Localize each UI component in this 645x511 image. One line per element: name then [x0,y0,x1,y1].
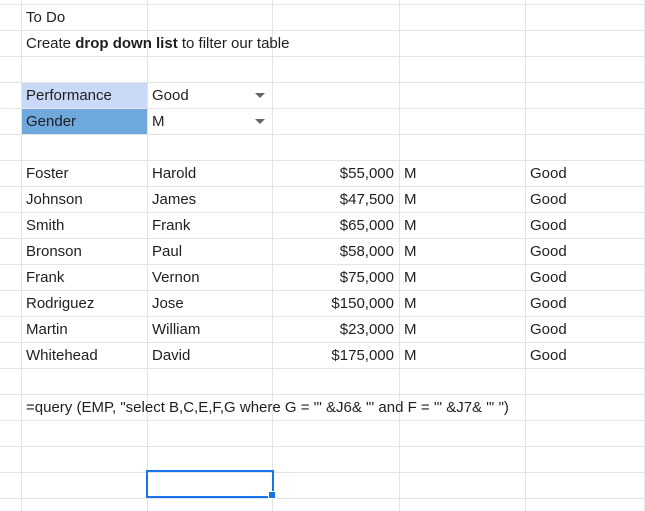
salary-cell[interactable]: $175,000 [272,343,399,368]
instruction-cell[interactable]: Create drop down list to filter our tabl… [21,31,289,56]
formula-cell[interactable]: =query (EMP, "select B,C,E,F,G where G =… [21,395,509,420]
gender-cell[interactable]: M [399,161,417,186]
last-name-cell[interactable]: Johnson [21,187,83,212]
salary-cell[interactable]: $75,000 [272,265,399,290]
active-cell-selection[interactable] [146,470,274,498]
gender-label[interactable]: Gender [21,109,76,134]
rating-cell[interactable]: Good [525,291,567,316]
last-name-cell[interactable]: Bronson [21,239,82,264]
rating-cell[interactable]: Good [525,343,567,368]
last-name-cell[interactable]: Frank [21,265,64,290]
gender-cell[interactable]: M [399,213,417,238]
instruction-text: Create [26,35,76,52]
last-name-cell[interactable]: Smith [21,213,64,238]
salary-cell[interactable]: $150,000 [272,291,399,316]
first-name-cell[interactable]: Paul [147,239,182,264]
performance-label[interactable]: Performance [21,83,112,108]
first-name-cell[interactable]: Vernon [147,265,200,290]
gender-cell[interactable]: M [399,343,417,368]
rating-cell[interactable]: Good [525,187,567,212]
salary-cell[interactable]: $65,000 [272,213,399,238]
first-name-cell[interactable]: Frank [147,213,190,238]
salary-cell[interactable]: $55,000 [272,161,399,186]
instruction-bold-text: drop down list [75,35,178,52]
first-name-cell[interactable]: Jose [147,291,184,316]
gender-cell[interactable]: M [399,265,417,290]
row-divider [0,368,645,369]
first-name-cell[interactable]: Harold [147,161,196,186]
last-name-cell[interactable]: Whitehead [21,343,98,368]
rating-cell[interactable]: Good [525,239,567,264]
salary-cell[interactable]: $47,500 [272,187,399,212]
gender-cell[interactable]: M [399,317,417,342]
rating-cell[interactable]: Good [525,265,567,290]
salary-cell[interactable]: $58,000 [272,239,399,264]
row-divider [0,446,645,447]
last-name-cell[interactable]: Martin [21,317,68,342]
chevron-down-icon[interactable] [255,93,265,98]
rating-cell[interactable]: Good [525,161,567,186]
chevron-down-icon[interactable] [255,119,265,124]
salary-cell[interactable]: $23,000 [272,317,399,342]
fill-handle[interactable] [268,491,276,499]
row-divider [0,4,645,5]
row-divider [0,420,645,421]
gender-cell[interactable]: M [399,291,417,316]
todo-cell[interactable]: To Do [21,5,65,30]
instruction-text-end: to filter our table [177,35,290,52]
first-name-cell[interactable]: James [147,187,196,212]
first-name-cell[interactable]: David [147,343,190,368]
rating-cell[interactable]: Good [525,213,567,238]
performance-dropdown[interactable]: Good [147,83,272,108]
row-divider [0,56,645,57]
row-divider [0,498,645,499]
last-name-cell[interactable]: Foster [21,161,69,186]
first-name-cell[interactable]: William [147,317,200,342]
row-divider [0,134,645,135]
gender-cell[interactable]: M [399,239,417,264]
last-name-cell[interactable]: Rodriguez [21,291,94,316]
gender-dropdown[interactable]: M [147,109,272,134]
row-divider [0,472,645,473]
gender-cell[interactable]: M [399,187,417,212]
rating-cell[interactable]: Good [525,317,567,342]
